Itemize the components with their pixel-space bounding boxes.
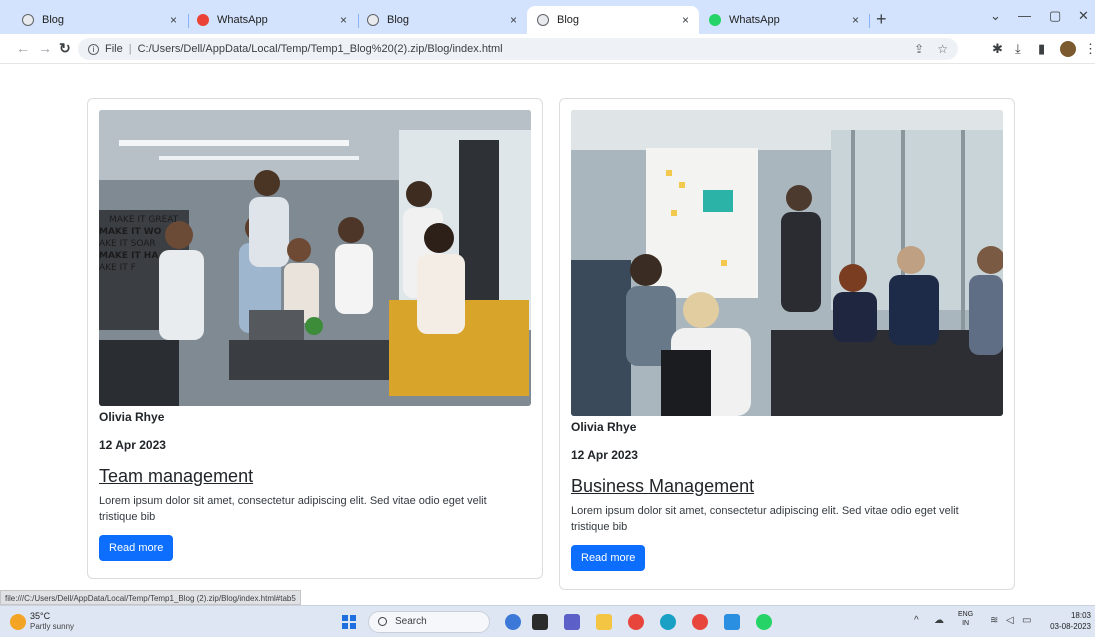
wifi-icon[interactable]: ≋ — [990, 615, 998, 626]
windows-start-icon[interactable] — [342, 615, 356, 629]
close-icon[interactable]: × — [340, 13, 347, 27]
chrome-icon[interactable] — [628, 614, 644, 630]
search-icon — [378, 617, 387, 626]
minimize-icon[interactable]: — — [1018, 8, 1031, 23]
poster-text: MAKE IT WO — [99, 227, 162, 237]
post-date: 12 Apr 2023 — [571, 448, 638, 462]
taskbar-search-label: Search — [395, 616, 427, 627]
globe-icon — [367, 14, 379, 26]
menu-icon[interactable]: ⋮ — [1084, 41, 1095, 57]
whatsapp-icon — [197, 14, 209, 26]
profile-avatar[interactable] — [1060, 41, 1076, 57]
browser-tab[interactable]: Blog × — [12, 6, 187, 34]
tab-title: WhatsApp — [217, 14, 268, 26]
globe-icon — [537, 14, 549, 26]
share-icon[interactable]: ⇪ — [914, 42, 924, 56]
read-more-button[interactable]: Read more — [99, 535, 174, 561]
browser-tab-active[interactable]: Blog × — [527, 6, 699, 34]
bookmark-star-icon[interactable]: ☆ — [937, 42, 948, 56]
post-date: 12 Apr 2023 — [99, 438, 166, 452]
address-scheme: File — [105, 43, 123, 55]
close-icon[interactable]: × — [682, 13, 689, 27]
tab-search-icon[interactable]: ⌄ — [990, 8, 1001, 24]
file-explorer-icon[interactable] — [596, 614, 612, 630]
weather-sun-icon[interactable] — [10, 614, 26, 630]
address-url: C:/Users/Dell/AppData/Local/Temp/Temp1_B… — [137, 43, 503, 55]
browser-tab[interactable]: Blog × — [357, 6, 527, 34]
extensions-icon[interactable]: ✱ — [992, 41, 1003, 57]
globe-icon — [22, 14, 34, 26]
poster-text: AKE IT F — [99, 263, 136, 273]
edge-icon[interactable] — [660, 614, 676, 630]
weather-description[interactable]: Partly sunny — [30, 622, 74, 631]
browser-status-area: file:///C:/Users/Dell/AppData/Local/Temp… — [0, 590, 1095, 605]
tab-title: Blog — [387, 14, 410, 26]
blog-card: Olivia Rhye 12 Apr 2023 Business Managem… — [559, 98, 1015, 590]
side-panel-icon[interactable]: ▮ — [1038, 41, 1045, 57]
whatsapp-icon[interactable] — [756, 614, 772, 630]
browser-toolbar: ← → ↻ i File | C:/Users/Dell/AppData/Loc… — [0, 34, 1095, 64]
page-content: MAKE IT GREAT MAKE IT WO AKE IT SOAR MAK… — [0, 64, 1095, 590]
close-icon[interactable]: × — [510, 13, 517, 27]
chrome-profile-icon[interactable] — [692, 614, 708, 630]
restore-icon[interactable]: ▢ — [1049, 8, 1061, 24]
team-meeting-photo: MAKE IT GREAT MAKE IT WO AKE IT SOAR MAK… — [99, 110, 531, 406]
tab-title: Blog — [42, 14, 65, 26]
windows-taskbar: 35°C Partly sunny Search ^ ☁ ENG IN ≋ ◁ … — [0, 605, 1095, 637]
read-more-button[interactable]: Read more — [571, 545, 646, 571]
poster-text: AKE IT SOAR — [99, 239, 156, 249]
browser-tab[interactable]: WhatsApp × — [187, 6, 357, 34]
task-view-icon[interactable] — [532, 614, 548, 630]
poster-text: MAKE IT HA — [99, 251, 158, 261]
forward-icon[interactable]: → — [38, 40, 52, 56]
language-code: ENG — [958, 611, 974, 618]
new-tab-button[interactable]: + — [876, 9, 887, 30]
post-title-link[interactable]: Team management — [99, 466, 531, 487]
close-icon[interactable]: × — [170, 13, 177, 27]
tab-title: WhatsApp — [729, 14, 780, 26]
post-author: Olivia Rhye — [571, 420, 637, 434]
post-author: Olivia Rhye — [99, 410, 165, 424]
browser-tab-strip: Blog × WhatsApp × Blog × Blog × WhatsApp… — [0, 0, 1095, 34]
taskbar-search[interactable]: Search — [368, 611, 490, 633]
post-title-link[interactable]: Business Management — [571, 476, 1003, 497]
business-meeting-photo — [571, 110, 1003, 416]
whatsapp-icon — [709, 14, 721, 26]
close-icon[interactable]: × — [852, 13, 859, 27]
address-divider: | — [128, 43, 132, 55]
browser-tab[interactable]: WhatsApp × — [699, 6, 869, 34]
onedrive-icon[interactable]: ☁ — [934, 615, 944, 626]
tab-separator — [869, 14, 870, 28]
blog-card: MAKE IT GREAT MAKE IT WO AKE IT SOAR MAK… — [87, 98, 543, 579]
teams-chat-icon[interactable] — [564, 614, 580, 630]
info-icon[interactable]: i — [88, 43, 99, 55]
back-icon[interactable]: ← — [16, 40, 30, 56]
weather-temperature[interactable]: 35°C — [30, 611, 50, 621]
volume-icon[interactable]: ◁ — [1006, 615, 1014, 626]
chevron-up-icon[interactable]: ^ — [914, 615, 919, 626]
status-url: file:///C:/Users/Dell/AppData/Local/Temp… — [0, 590, 301, 605]
battery-icon[interactable]: ▭ — [1022, 615, 1031, 626]
bing-icon[interactable] — [505, 614, 521, 630]
system-clock[interactable]: 18:03 03-08-2023 — [1045, 610, 1091, 632]
post-excerpt: Lorem ipsum dolor sit amet, consectetur … — [99, 495, 487, 523]
address-bar[interactable]: i File | C:/Users/Dell/AppData/Local/Tem… — [78, 38, 958, 60]
language-indicator[interactable]: ENG IN — [958, 610, 973, 628]
clock-time: 18:03 — [1070, 611, 1091, 620]
reload-icon[interactable]: ↻ — [59, 40, 71, 57]
tab-title: Blog — [557, 14, 580, 26]
download-icon[interactable]: ⤓ — [1015, 41, 1021, 57]
post-excerpt: Lorem ipsum dolor sit amet, consectetur … — [571, 505, 959, 533]
close-window-icon[interactable]: ✕ — [1078, 8, 1089, 24]
clock-date: 03-08-2023 — [1050, 622, 1091, 631]
language-region: IN — [962, 620, 970, 627]
vscode-icon[interactable] — [724, 614, 740, 630]
poster-text: MAKE IT GREAT — [109, 215, 179, 225]
